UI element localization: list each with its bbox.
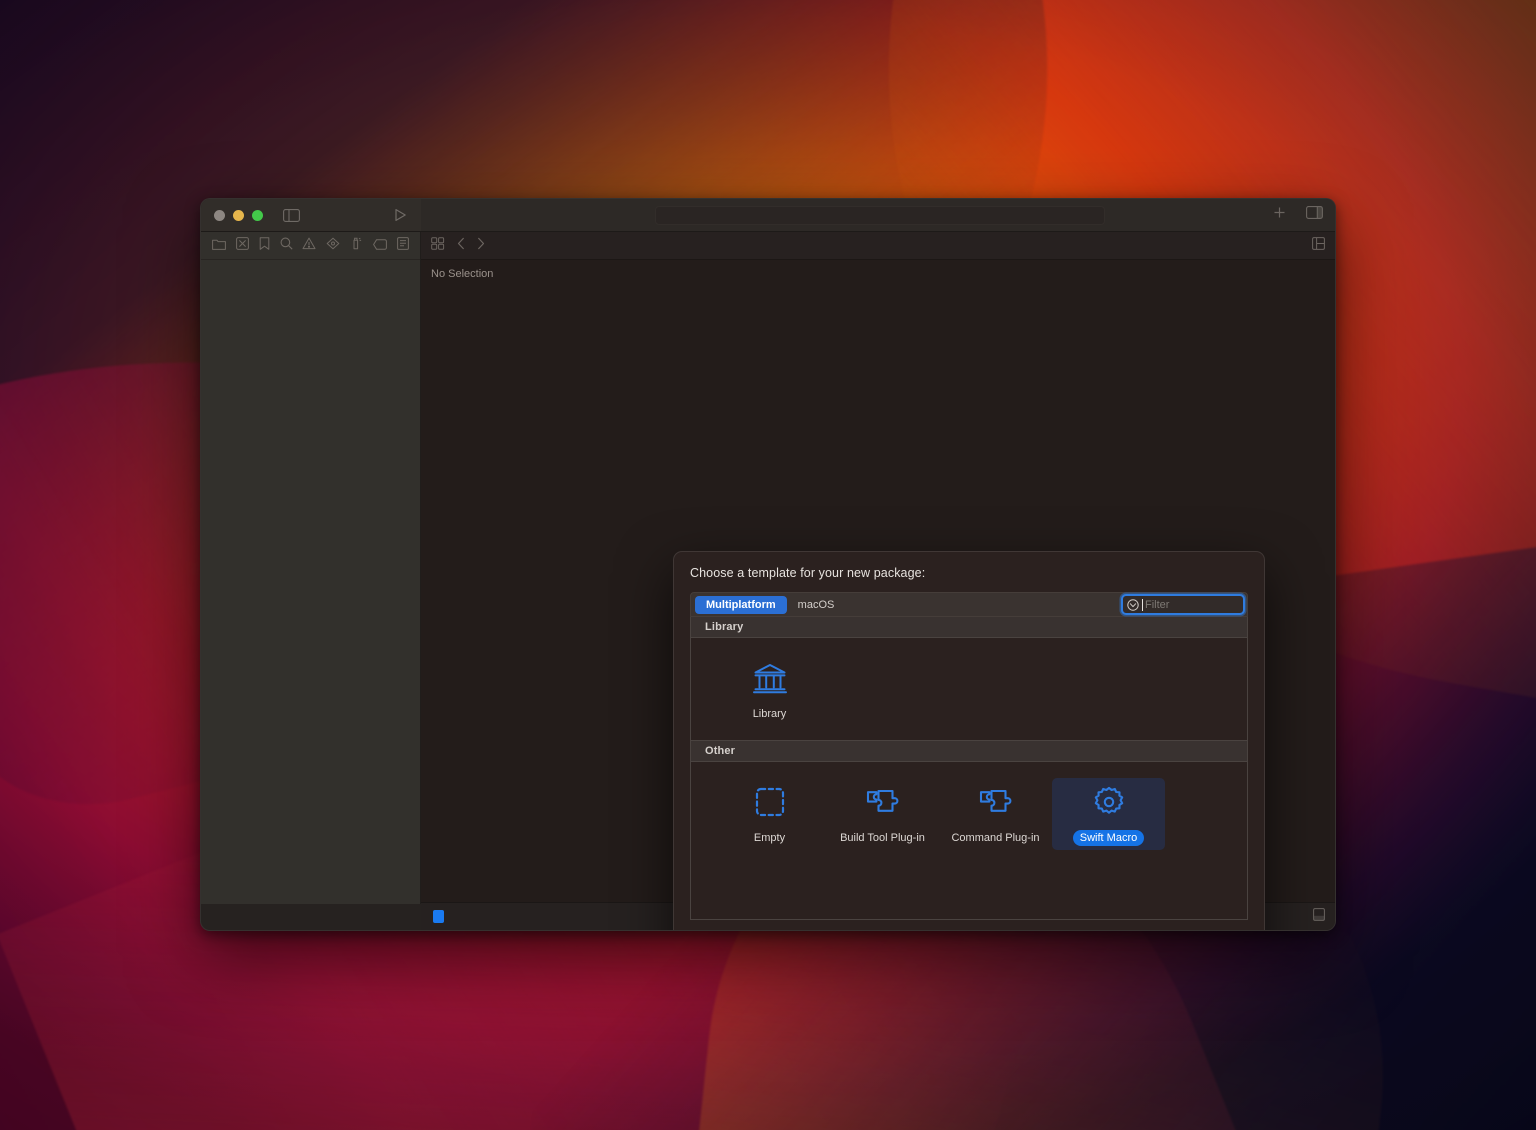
diamond-icon[interactable] <box>326 237 340 255</box>
template-label: Swift Macro <box>1072 830 1145 846</box>
titlebar-left <box>201 199 421 231</box>
dashed-square-icon <box>755 784 785 820</box>
grid-squares-icon[interactable] <box>431 236 445 255</box>
platform-tab-multiplatform[interactable]: Multiplatform <box>695 595 787 614</box>
plus-icon[interactable] <box>1273 206 1286 224</box>
gear-icon <box>1093 784 1125 820</box>
filter-placeholder: Filter <box>1145 598 1170 611</box>
navigator-pane <box>201 232 421 904</box>
group-header-other: Other <box>691 741 1247 762</box>
filter-dropdown-icon[interactable] <box>1127 598 1139 611</box>
sidebar-toggle-icon[interactable] <box>283 208 300 222</box>
puzzle-piece-icon <box>978 784 1014 820</box>
xcode-window: No Selection Choose a template for your … <box>200 198 1336 931</box>
platform-segmented-control: Multiplatform macOS <box>695 595 846 614</box>
bank-columns-icon <box>752 660 787 696</box>
titlebar-right-icons <box>1273 206 1323 224</box>
platform-tab-macos[interactable]: macOS <box>787 596 846 614</box>
debug-spray-icon[interactable] <box>350 237 363 255</box>
template-tile-swift-macro[interactable]: Swift Macro <box>1052 778 1165 850</box>
template-tile-library[interactable]: Library <box>713 654 826 726</box>
navigator-tab-bar <box>201 232 420 260</box>
sheet-title: Choose a template for your new package: <box>690 566 926 580</box>
run-play-icon[interactable] <box>394 208 407 222</box>
text-caret <box>1142 598 1143 611</box>
editor-layout-icon[interactable] <box>1312 236 1325 255</box>
new-package-template-sheet: Choose a template for your new package: … <box>673 551 1265 930</box>
chevron-right-icon[interactable] <box>477 237 485 255</box>
titlebar-right <box>421 199 1335 231</box>
editor-jump-bar <box>421 232 1335 260</box>
template-label: Library <box>752 708 787 720</box>
navigator-content <box>201 260 420 904</box>
inspector-toggle-icon[interactable] <box>1306 206 1323 224</box>
console-toggle-icon[interactable] <box>1313 907 1325 926</box>
template-tile-empty[interactable]: Empty <box>713 778 826 850</box>
template-filter-field[interactable]: Filter <box>1121 594 1245 615</box>
toolbar-search-field[interactable] <box>655 205 1105 225</box>
zoom-button[interactable] <box>252 209 263 221</box>
minimize-button[interactable] <box>233 209 244 221</box>
group-body-library: Library <box>691 638 1247 741</box>
group-body-other: Empty Build Tool Plug-in Command Plug-in… <box>691 762 1247 919</box>
no-selection-label: No Selection <box>431 268 494 280</box>
template-list: Library Library Other Empty Build Tool P… <box>690 617 1248 920</box>
source-control-icon[interactable] <box>235 236 249 255</box>
template-tile-build-tool-plugin[interactable]: Build Tool Plug-in <box>826 778 939 850</box>
template-label: Empty <box>753 832 786 844</box>
report-icon[interactable] <box>397 236 409 255</box>
desktop-wallpaper: No Selection Choose a template for your … <box>0 0 1536 1130</box>
warning-triangle-icon[interactable] <box>302 237 316 255</box>
template-label: Command Plug-in <box>951 832 1040 844</box>
window-titlebar <box>201 199 1335 232</box>
template-tile-command-plugin[interactable]: Command Plug-in <box>939 778 1052 850</box>
build-status-chip[interactable] <box>433 910 444 923</box>
chevron-left-icon[interactable] <box>457 237 465 255</box>
group-header-library: Library <box>691 617 1247 638</box>
sheet-footer: Cancel Previous Next <box>690 920 1248 930</box>
folder-icon[interactable] <box>212 237 226 255</box>
close-button[interactable] <box>214 209 225 221</box>
tag-icon[interactable] <box>373 237 387 255</box>
template-label: Build Tool Plug-in <box>840 832 925 844</box>
bookmark-icon[interactable] <box>259 236 270 255</box>
puzzle-piece-icon <box>865 784 901 820</box>
search-icon[interactable] <box>280 237 293 255</box>
platform-filter-bar: Multiplatform macOS Filter <box>690 592 1248 617</box>
